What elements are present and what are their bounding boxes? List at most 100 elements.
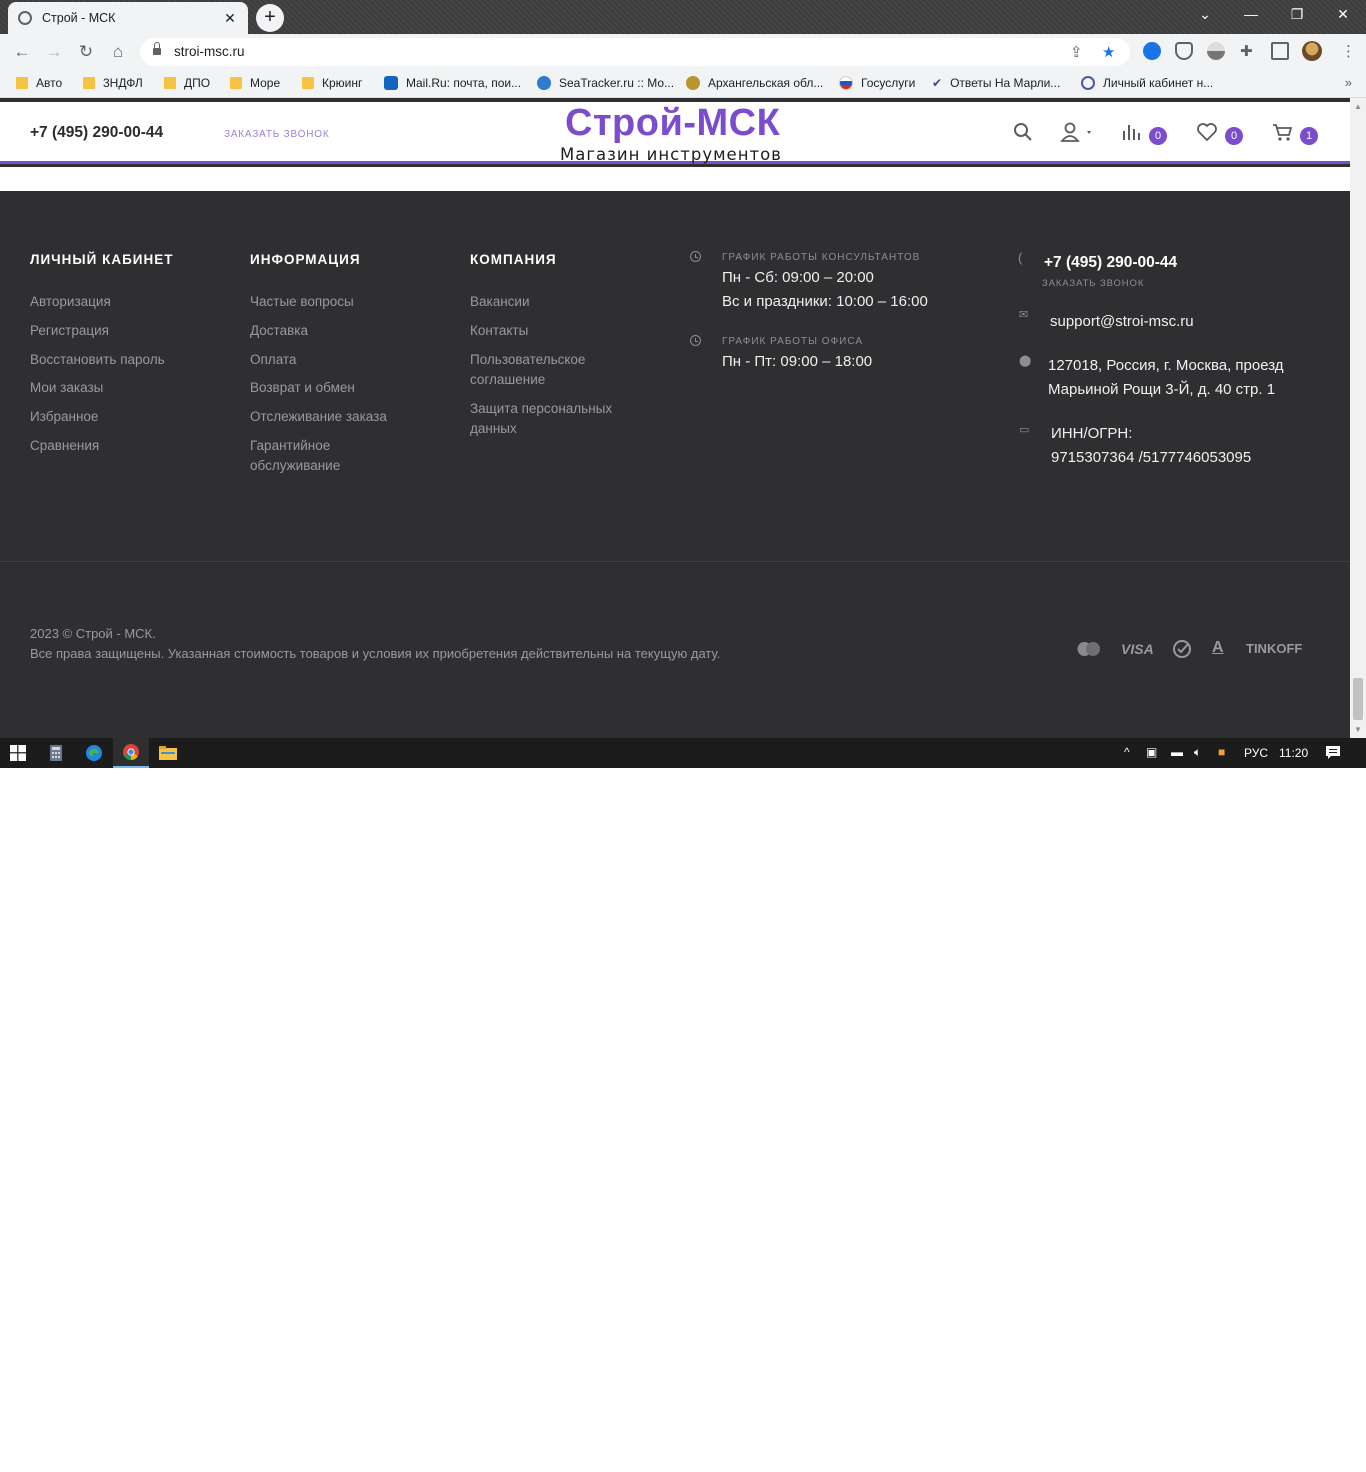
- bookmark-item[interactable]: ✔ Ответы На Марли...: [932, 76, 1060, 90]
- bookmark-item[interactable]: Архангельская обл...: [686, 76, 823, 90]
- nalog-icon: [1081, 76, 1095, 90]
- scrollbar-thumb[interactable]: [1353, 678, 1363, 720]
- chrome-taskbar-icon[interactable]: [113, 738, 149, 768]
- share-icon[interactable]: ⇪: [1070, 43, 1083, 61]
- footer-link-personal-data[interactable]: Защита персональных данных: [470, 399, 635, 439]
- bookmark-item[interactable]: SeaTracker.ru :: Мо...: [537, 76, 674, 90]
- page-scrollbar[interactable]: ▲ ▼: [1350, 98, 1366, 738]
- bookmark-item[interactable]: Авто: [16, 76, 62, 90]
- scroll-down-icon[interactable]: ▼: [1354, 725, 1362, 734]
- puzzle-icon[interactable]: ✚: [1240, 42, 1253, 60]
- bookmark-item[interactable]: Госуслуги: [839, 76, 915, 90]
- footer-link-contacts[interactable]: Контакты: [470, 321, 640, 341]
- lock-icon[interactable]: [153, 42, 161, 56]
- footer-callback-link[interactable]: ЗАКАЗАТЬ ЗВОНОК: [1042, 278, 1144, 289]
- edge-icon[interactable]: [76, 738, 112, 768]
- home-icon[interactable]: ⌂: [106, 41, 130, 63]
- network-warning-icon[interactable]: ▣: [1146, 745, 1157, 759]
- url-text[interactable]: stroi-msc.ru: [174, 44, 245, 59]
- footer-link-compare[interactable]: Сравнения: [30, 436, 200, 456]
- tray-app-icon[interactable]: ■: [1218, 745, 1225, 759]
- file-explorer-icon[interactable]: [150, 738, 186, 768]
- location-pin-icon: ⬤: [1019, 355, 1032, 367]
- consultants-schedule-label: ГРАФИК РАБОТЫ КОНСУЛЬТАНТОВ: [722, 252, 921, 263]
- bookmark-item[interactable]: Море: [230, 76, 280, 90]
- bookmark-item[interactable]: 3НДФЛ: [83, 76, 143, 90]
- footer-link-order-tracking[interactable]: Отслеживание заказа: [250, 407, 420, 427]
- screen: Строй - МСК ✕ + ⌄ — ❐ ✕ ← → ↻ ⌂ stroi-ms…: [0, 0, 1366, 768]
- extension-sync-icon[interactable]: [1143, 42, 1161, 60]
- footer-divider: [0, 561, 1350, 562]
- sidepanel-icon[interactable]: [1271, 42, 1289, 60]
- footer-address-line1: 127018, Россия, г. Москва, проезд: [1048, 357, 1284, 374]
- back-icon[interactable]: ←: [10, 41, 34, 63]
- battery-icon[interactable]: ▬: [1171, 745, 1183, 759]
- calculator-icon[interactable]: [38, 738, 74, 768]
- footer-link-returns[interactable]: Возврат и обмен: [250, 378, 420, 398]
- logo-title[interactable]: Строй-МСК: [565, 102, 780, 145]
- cart-icon[interactable]: [1272, 122, 1294, 148]
- avatar[interactable]: [1302, 41, 1322, 61]
- footer-link-payment[interactable]: Оплата: [250, 350, 420, 370]
- folder-icon: [302, 77, 314, 89]
- consultants-schedule-holidays: Вс и праздники: 10:00 – 16:00: [722, 293, 928, 310]
- browser-toolbar: ← → ↻ ⌂ stroi-msc.ru ⇪ ★ ✚ ⋮: [0, 34, 1366, 70]
- footer-link-register[interactable]: Регистрация: [30, 321, 200, 341]
- clock-time[interactable]: 11:20: [1279, 746, 1308, 760]
- notifications-icon[interactable]: [1325, 745, 1341, 763]
- footer-link-vacancies[interactable]: Вакансии: [470, 292, 640, 312]
- info-title: ИНФОРМАЦИЯ: [250, 252, 361, 267]
- new-tab-button[interactable]: +: [256, 4, 284, 32]
- footer-link-warranty[interactable]: Гарантийное обслуживание: [250, 436, 380, 476]
- tab-search-icon[interactable]: ⌄: [1192, 6, 1218, 26]
- input-language[interactable]: РУС: [1244, 746, 1268, 760]
- menu-kebab-icon[interactable]: ⋮: [1341, 42, 1356, 60]
- search-icon[interactable]: [1013, 122, 1033, 148]
- tray-overflow-icon[interactable]: ^: [1124, 745, 1130, 759]
- minimize-button[interactable]: —: [1238, 6, 1264, 26]
- footer-link-my-orders[interactable]: Мои заказы: [30, 378, 200, 398]
- windows-start-icon[interactable]: [0, 738, 36, 768]
- scroll-up-icon[interactable]: ▲: [1354, 102, 1362, 111]
- bookmark-item[interactable]: Mail.Ru: почта, пои...: [384, 76, 521, 90]
- address-bar[interactable]: stroi-msc.ru ⇪ ★: [140, 38, 1130, 66]
- footer-link-restore-password[interactable]: Восстановить пароль: [30, 350, 200, 370]
- bookmark-star-icon[interactable]: ★: [1102, 43, 1115, 61]
- footer-phone[interactable]: +7 (495) 290-00-44: [1044, 254, 1177, 272]
- bookmarks-more-icon[interactable]: »: [1345, 75, 1352, 90]
- mir-check-icon: [1172, 639, 1192, 662]
- shield-icon[interactable]: [1175, 42, 1193, 60]
- favorites-count-badge: 0: [1225, 127, 1243, 145]
- reload-icon[interactable]: ↻: [74, 41, 98, 63]
- bookmark-item[interactable]: ДПО: [164, 76, 210, 90]
- footer-link-login[interactable]: Авторизация: [30, 292, 200, 312]
- footer-address-line2: Марьиной Рощи 3-Й, д. 40 стр. 1: [1048, 381, 1276, 398]
- header-callback-link[interactable]: ЗАКАЗАТЬ ЗВОНОК: [224, 129, 329, 140]
- copyright: 2023 © Строй - МСК. Все права защищены. …: [30, 624, 720, 664]
- bookmark-item[interactable]: Личный кабинет н...: [1081, 76, 1213, 90]
- header-phone[interactable]: +7 (495) 290-00-44: [30, 124, 163, 142]
- tab-title: Строй - МСК: [42, 11, 116, 25]
- consultants-schedule-weekdays: Пн - Сб: 09:00 – 20:00: [722, 269, 874, 286]
- checkmark-icon: ✔: [932, 76, 943, 90]
- footer-link-user-agreement[interactable]: Пользовательское соглашение: [470, 350, 630, 390]
- close-tab-icon[interactable]: ✕: [222, 10, 238, 27]
- browser-tab[interactable]: Строй - МСК ✕: [8, 2, 248, 34]
- footer-link-delivery[interactable]: Доставка: [250, 321, 420, 341]
- volume-icon[interactable]: 🔈︎: [1194, 745, 1201, 760]
- alfabank-icon: A: [1212, 639, 1224, 656]
- forward-icon[interactable]: →: [42, 41, 66, 63]
- close-window-button[interactable]: ✕: [1330, 6, 1356, 26]
- company-title: КОМПАНИЯ: [470, 252, 557, 267]
- mastercard-icon: [1076, 641, 1102, 660]
- footer-link-faq[interactable]: Частые вопросы: [250, 292, 420, 312]
- bookmark-item[interactable]: Крюинг: [302, 76, 362, 90]
- footer-email[interactable]: support@stroi-msc.ru: [1050, 310, 1194, 334]
- heart-icon[interactable]: [1196, 122, 1218, 148]
- phone-icon: (: [1018, 250, 1023, 265]
- user-icon[interactable]: [1060, 122, 1094, 148]
- footer-link-favorites[interactable]: Избранное: [30, 407, 200, 427]
- compare-icon[interactable]: [1122, 122, 1142, 148]
- restore-button[interactable]: ❐: [1284, 6, 1310, 26]
- extension-flag-icon[interactable]: [1207, 42, 1225, 60]
